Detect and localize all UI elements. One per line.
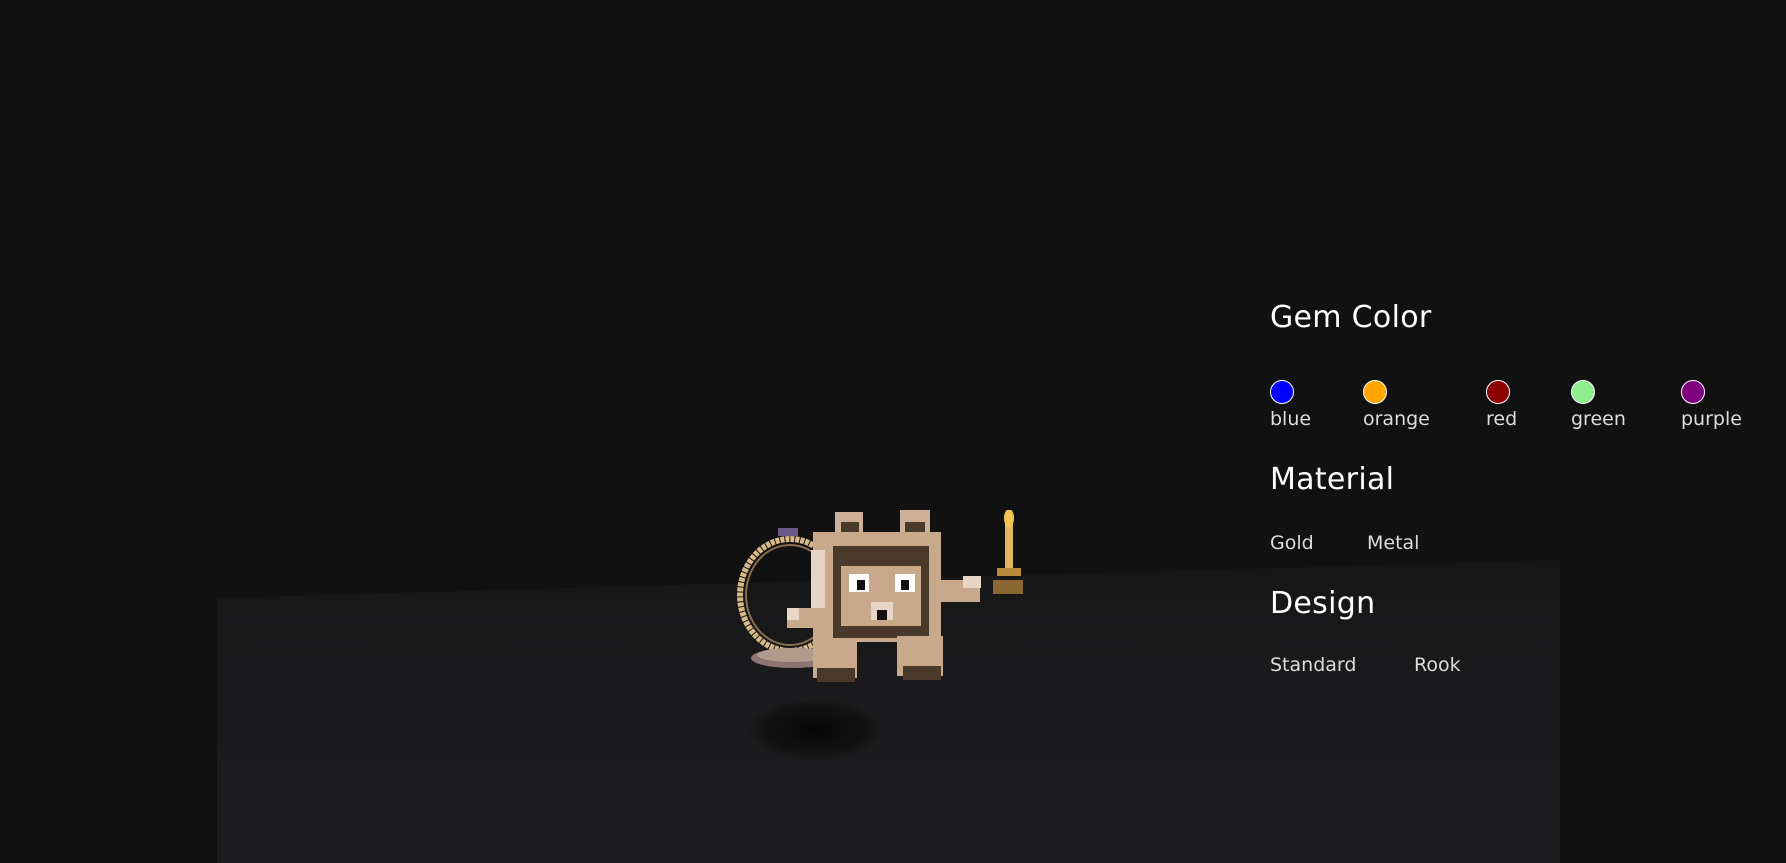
gem-color-label: green	[1571, 408, 1626, 430]
gem-color-green-option[interactable]: green	[1571, 380, 1626, 432]
left-foot	[817, 668, 855, 682]
green-swatch-dot	[1571, 380, 1595, 404]
right-foot	[903, 666, 941, 680]
purple-swatch-dot	[1681, 380, 1705, 404]
gem-color-blue-option[interactable]: blue	[1270, 380, 1320, 432]
left-pupil	[857, 580, 865, 590]
candle-holder	[997, 568, 1021, 576]
right-pupil	[901, 580, 909, 590]
candle-base	[993, 580, 1023, 594]
gem-color-orange-option[interactable]: orange	[1363, 380, 1430, 432]
gem-color-purple-option[interactable]: purple	[1681, 380, 1742, 432]
gem-color-label: orange	[1363, 408, 1430, 430]
red-swatch-dot	[1486, 380, 1510, 404]
ring-gem	[778, 528, 798, 536]
material-metal-option[interactable]: Metal	[1367, 532, 1419, 554]
design-rook-option[interactable]: Rook	[1414, 654, 1461, 676]
design-standard-option[interactable]: Standard	[1270, 654, 1356, 676]
candle	[1005, 520, 1013, 570]
left-hand	[787, 608, 799, 620]
orange-swatch-dot	[1363, 380, 1387, 404]
gem-color-label: red	[1486, 408, 1518, 430]
blue-swatch-dot	[1270, 380, 1294, 404]
viewport-3d[interactable]: Gem Color blue orange red green purple M…	[0, 0, 1786, 863]
material-gold-option[interactable]: Gold	[1270, 532, 1314, 554]
nose	[877, 610, 887, 620]
gem-color-heading: Gem Color	[1270, 300, 1432, 335]
voxel-ring-model[interactable]	[725, 510, 1045, 720]
gem-color-red-option[interactable]: red	[1486, 380, 1536, 432]
gem-color-label: blue	[1270, 408, 1312, 430]
gem-color-label: purple	[1681, 408, 1742, 430]
design-heading: Design	[1270, 586, 1376, 621]
material-heading: Material	[1270, 462, 1395, 497]
right-hand	[963, 576, 981, 588]
